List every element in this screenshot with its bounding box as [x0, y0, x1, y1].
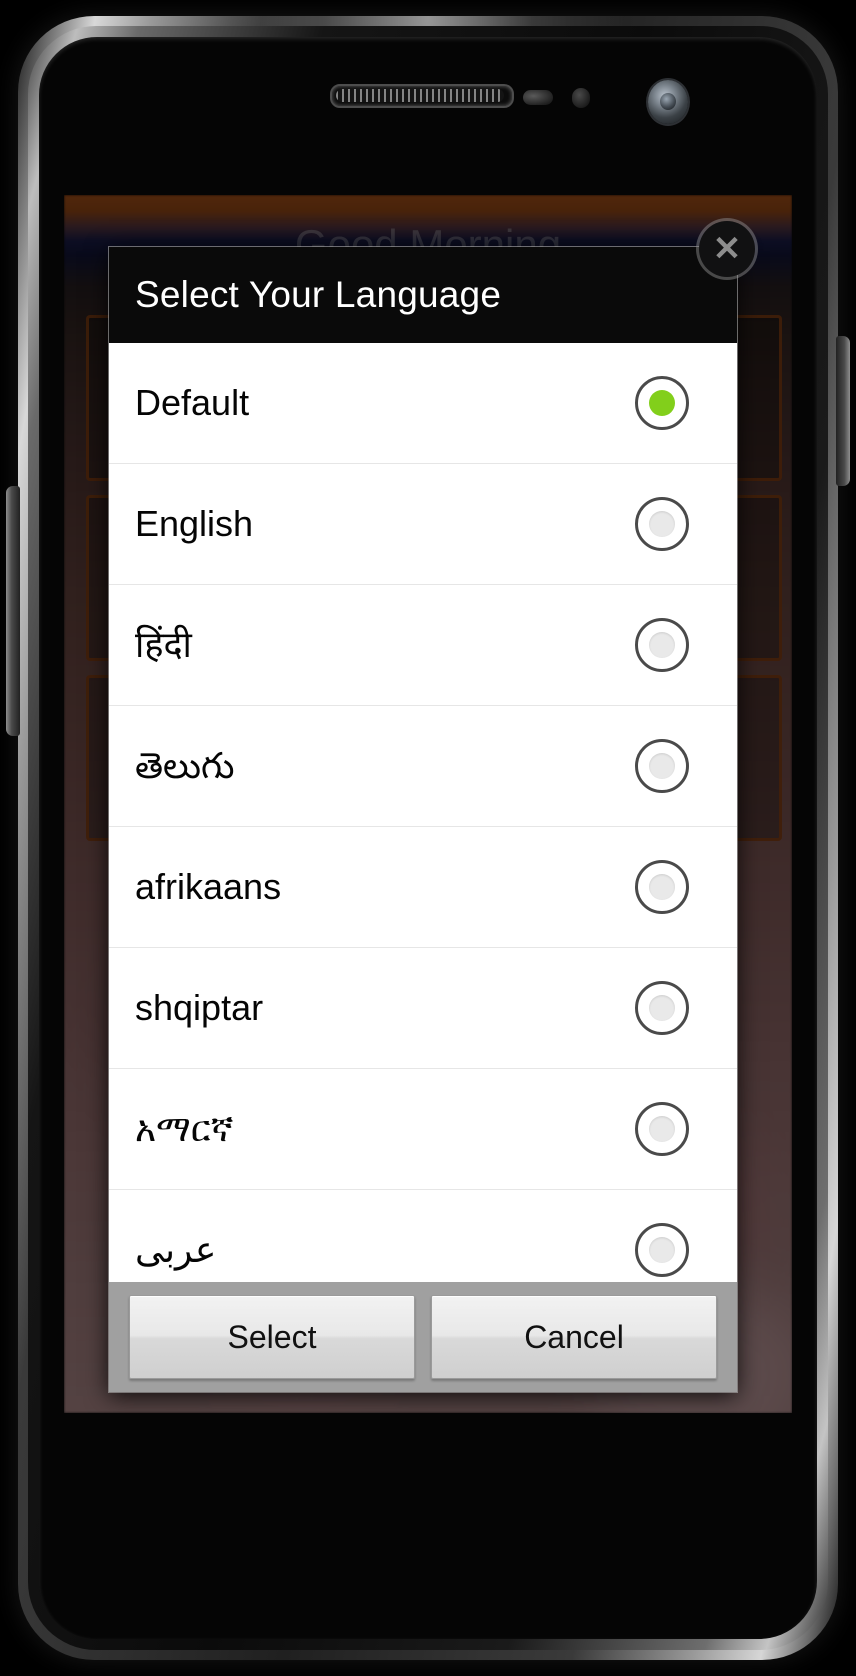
radio-dot [649, 1237, 675, 1263]
radio-dot [649, 995, 675, 1021]
list-item[interactable]: తెలుగు [109, 706, 737, 827]
proximity-sensor-icon [523, 90, 553, 105]
radio-button-arabic[interactable] [635, 1223, 689, 1277]
cancel-button[interactable]: Cancel [431, 1295, 717, 1379]
earpiece-grill [336, 89, 504, 102]
language-label: shqiptar [135, 987, 264, 1029]
radio-dot [649, 874, 675, 900]
radio-dot [649, 1116, 675, 1142]
volume-button[interactable] [6, 486, 20, 736]
list-item[interactable]: हिंदी [109, 585, 737, 706]
list-item[interactable]: አማርኛ [109, 1069, 737, 1190]
radio-button-amharic[interactable] [635, 1102, 689, 1156]
radio-dot [649, 632, 675, 658]
language-label: తెలుగు [135, 745, 235, 787]
language-label: Default [135, 382, 250, 424]
language-label: عربی [135, 1229, 217, 1271]
radio-button-shqiptar[interactable] [635, 981, 689, 1035]
radio-button-afrikaans[interactable] [635, 860, 689, 914]
power-button[interactable] [836, 336, 850, 486]
list-item[interactable]: shqiptar [109, 948, 737, 1069]
language-list[interactable]: Default English हिंदी తెలుగు afrikaans s… [109, 343, 737, 1282]
language-label: English [135, 503, 254, 545]
phone-device: Good Morning Select Your Language ✕ Defa… [6, 16, 850, 1660]
dialog-title: Select Your Language [135, 274, 502, 315]
radio-button-english[interactable] [635, 497, 689, 551]
earpiece-speaker-icon [330, 84, 514, 108]
radio-dot [649, 511, 675, 537]
radio-dot [649, 390, 675, 416]
dialog-title-bar: Select Your Language ✕ [109, 221, 755, 343]
radio-button-default[interactable] [635, 376, 689, 430]
language-label: afrikaans [135, 866, 282, 908]
list-item[interactable]: عربی [109, 1190, 737, 1282]
radio-dot [649, 753, 675, 779]
radio-button-hindi[interactable] [635, 618, 689, 672]
dialog-button-bar: Select Cancel [109, 1282, 737, 1392]
light-sensor-icon [572, 88, 590, 108]
front-camera-icon [648, 80, 688, 124]
close-icon[interactable]: ✕ [699, 221, 755, 277]
list-item[interactable]: Default [109, 343, 737, 464]
list-item[interactable]: English [109, 464, 737, 585]
language-label: हिंदी [135, 624, 192, 666]
language-selection-dialog: Select Your Language ✕ Default English ह… [109, 221, 755, 1392]
language-label: አማርኛ [135, 1108, 234, 1150]
select-button[interactable]: Select [129, 1295, 415, 1379]
list-item[interactable]: afrikaans [109, 827, 737, 948]
phone-screen: Good Morning Select Your Language ✕ Defa… [64, 195, 792, 1413]
radio-button-telugu[interactable] [635, 739, 689, 793]
